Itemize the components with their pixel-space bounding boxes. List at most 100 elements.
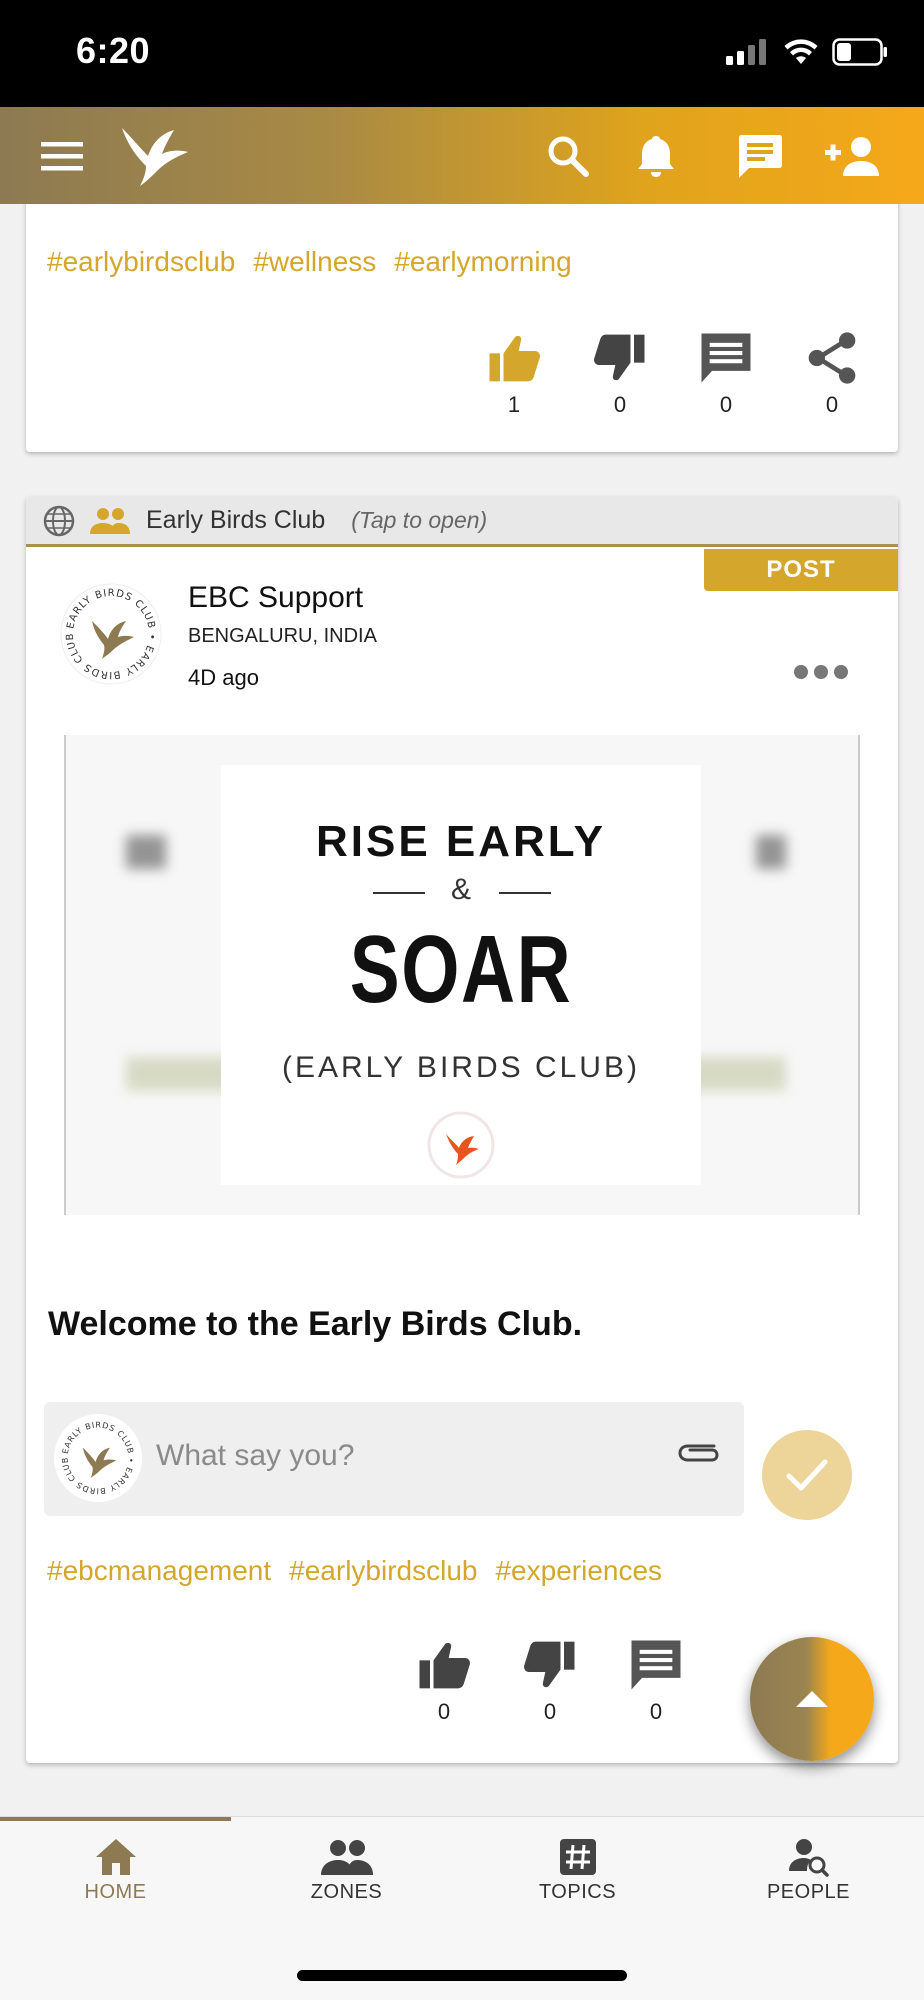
share-count: 0 <box>825 392 839 417</box>
dislike-button[interactable]: 0 <box>520 1637 580 1725</box>
post-type-badge: POST <box>704 549 898 591</box>
comment-count: 0 <box>719 392 733 417</box>
home-logo-button[interactable] <box>116 107 192 204</box>
image-blur-edge <box>686 1057 786 1091</box>
post-body-text: Welcome to the Early Birds Club. <box>48 1305 583 1343</box>
active-tab-indicator <box>0 1817 231 1821</box>
hashtag-link[interactable]: #earlybirdsclub <box>289 1555 477 1587</box>
hashtag-link[interactable]: #ebcmanagement <box>47 1555 271 1587</box>
hashtag-list: #earlybirdsclub #wellness #earlymorning <box>47 246 572 278</box>
thumbs-up-icon <box>419 1642 470 1689</box>
nav-label-zones: ZONES <box>310 1881 383 1903</box>
signal-icon <box>726 39 766 65</box>
author-name[interactable]: EBC Support <box>188 581 363 615</box>
nav-label-topics: TOPICS <box>538 1881 617 1903</box>
nav-tab-zones[interactable]: ZONES <box>231 1837 462 1904</box>
status-icons <box>726 38 888 66</box>
zone-tap-hint: (Tap to open) <box>351 507 488 533</box>
bell-icon <box>638 135 674 177</box>
hashtag-link[interactable]: #earlybirdsclub <box>47 246 235 278</box>
more-dot <box>814 665 828 679</box>
status-bar: 6:20 <box>0 0 924 107</box>
nav-tab-topics[interactable]: TOPICS <box>462 1837 693 1904</box>
share-icon <box>808 332 856 384</box>
hashtag-link[interactable]: #experiences <box>495 1555 662 1587</box>
comment-count: 0 <box>649 1699 663 1724</box>
comment-input[interactable] <box>156 1439 636 1473</box>
comment-composer: EARLY BIRDS CLUB • EARLY BIRDS CLUB • <box>44 1402 744 1516</box>
more-options-button[interactable] <box>794 665 848 679</box>
commenter-avatar: EARLY BIRDS CLUB • EARLY BIRDS CLUB • <box>51 1407 142 1502</box>
messages-button[interactable] <box>732 107 788 204</box>
poster-ampersand: & <box>450 873 471 906</box>
menu-icon <box>41 141 83 170</box>
people-search-icon <box>788 1839 829 1877</box>
dislike-count: 0 <box>543 1699 557 1724</box>
search-icon <box>548 136 589 177</box>
post-timestamp: 4D ago <box>188 665 259 690</box>
wifi-icon <box>784 39 818 64</box>
zone-name: Early Birds Club <box>146 506 326 534</box>
bird-logo-icon <box>122 127 188 186</box>
poster-bird-logo-icon <box>427 1111 495 1179</box>
post-action-bar: 1 0 0 0 <box>484 330 862 418</box>
thumbs-down-icon <box>524 1641 575 1688</box>
hashtag-link[interactable]: #wellness <box>253 246 376 278</box>
dislike-button[interactable]: 0 <box>590 330 650 418</box>
submit-comment-button[interactable] <box>762 1430 852 1520</box>
like-count: 0 <box>437 1699 451 1724</box>
hashtag-icon <box>559 1839 596 1875</box>
home-indicator <box>297 1970 627 1981</box>
scroll-to-top-button[interactable] <box>750 1637 874 1761</box>
post-card: Early Birds Club (Tap to open) POST EARL… <box>26 497 898 1763</box>
globe-icon <box>43 505 75 536</box>
caret-up-icon <box>796 1691 828 1707</box>
author-avatar[interactable]: EARLY BIRDS CLUB • EARLY BIRDS CLUB • <box>53 571 166 689</box>
comment-icon <box>631 1640 681 1690</box>
app-screen: 6:20 #earlybirdsclub #wellness #earlymor… <box>0 0 924 2000</box>
more-dot <box>794 665 808 679</box>
poster-line-rise: RISE EARLY <box>315 817 606 866</box>
poster-line-club: (EARLY BIRDS CLUB) <box>282 1051 640 1084</box>
poster-rule <box>499 892 551 894</box>
add-friend-button[interactable] <box>822 107 886 204</box>
image-blur-edge <box>126 835 166 869</box>
comment-button[interactable]: 0 <box>626 1637 686 1725</box>
author-location: BENGALURU, INDIA <box>188 625 377 647</box>
chat-icon <box>739 134 782 178</box>
ebc-logo-icon: EARLY BIRDS CLUB • EARLY BIRDS CLUB • <box>51 1407 138 1498</box>
like-button[interactable]: 0 <box>414 1637 474 1725</box>
app-header <box>0 107 924 204</box>
like-count: 1 <box>507 392 521 417</box>
hashtag-link[interactable]: #earlymorning <box>394 246 571 278</box>
post-image[interactable]: RISE EARLY & SOAR (EARLY BIRDS CLUB) <box>64 735 860 1215</box>
notifications-button[interactable] <box>630 107 682 204</box>
group-icon <box>320 1840 373 1875</box>
poster-line-soar: SOAR <box>349 916 573 1023</box>
post-action-bar: 0 0 0 <box>414 1637 686 1725</box>
more-dot <box>834 665 848 679</box>
comment-button[interactable]: 0 <box>696 330 756 418</box>
check-icon <box>786 1459 828 1491</box>
nav-label-people: PEOPLE <box>766 1881 851 1903</box>
image-poster: RISE EARLY & SOAR (EARLY BIRDS CLUB) <box>221 765 701 1185</box>
hashtag-list: #ebcmanagement #earlybirdsclub #experien… <box>47 1555 662 1587</box>
menu-button[interactable] <box>36 107 88 204</box>
comment-icon <box>701 333 751 383</box>
share-button[interactable]: 0 <box>802 330 862 418</box>
battery-icon <box>832 38 887 66</box>
add-person-icon <box>825 136 879 176</box>
like-button[interactable]: 1 <box>484 330 544 418</box>
attachment-icon[interactable] <box>676 1438 722 1468</box>
nav-tab-people[interactable]: PEOPLE <box>693 1837 924 1904</box>
thumbs-down-icon <box>594 334 645 381</box>
nav-tab-home[interactable]: HOME <box>0 1837 231 1904</box>
zone-bar[interactable]: Early Birds Club (Tap to open) <box>26 497 898 547</box>
search-button[interactable] <box>540 107 596 204</box>
thumbs-up-icon <box>489 335 540 382</box>
group-icon <box>90 507 130 534</box>
home-icon <box>95 1839 136 1875</box>
status-time: 6:20 <box>76 30 151 71</box>
nav-label-home: HOME <box>84 1881 147 1903</box>
image-blur-edge <box>756 835 786 869</box>
